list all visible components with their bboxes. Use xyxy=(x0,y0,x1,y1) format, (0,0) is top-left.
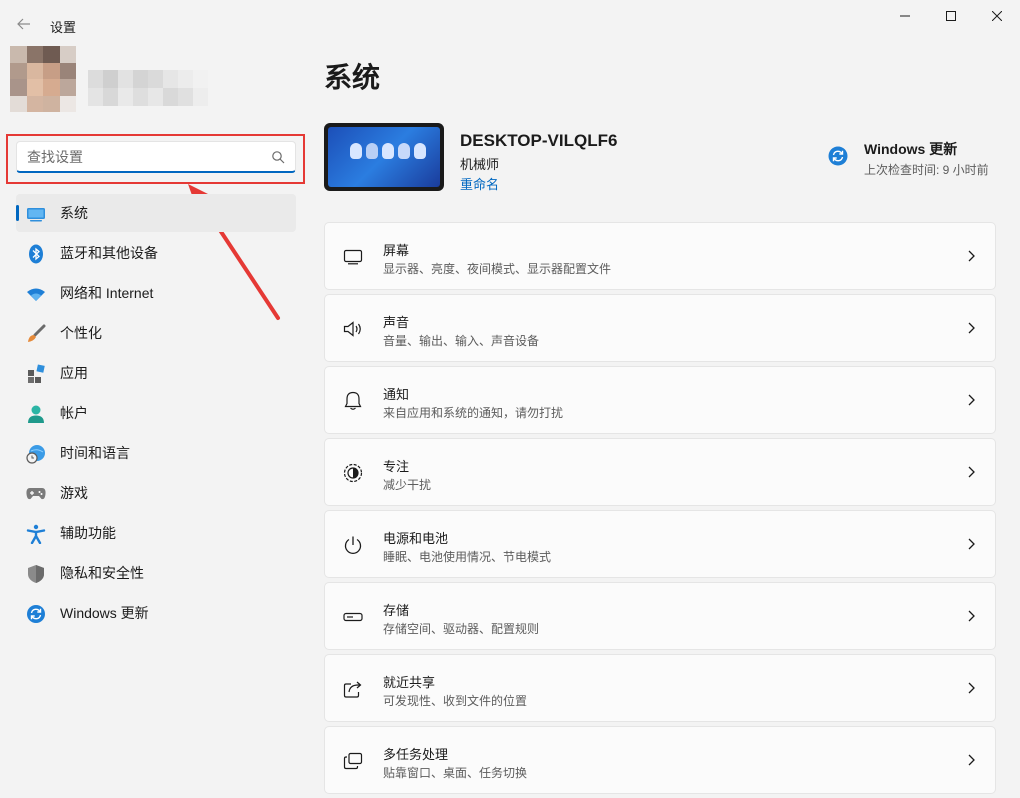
chevron-right-icon xyxy=(965,609,977,623)
close-button[interactable] xyxy=(974,0,1020,32)
maximize-icon xyxy=(946,11,956,21)
device-user: 机械师 xyxy=(460,157,500,172)
device-thumbnail xyxy=(324,123,444,191)
close-icon xyxy=(992,11,1002,21)
card-subtitle: 睡眠、电池使用情况、节电模式 xyxy=(383,550,552,564)
windows-update-title[interactable]: Windows 更新 xyxy=(864,139,957,159)
card-title: 通知 xyxy=(383,387,410,402)
multitask-icon xyxy=(343,751,363,771)
sidebar-item-label: 时间和语言 xyxy=(60,445,130,461)
search-box[interactable] xyxy=(16,141,296,173)
card-subtitle: 音量、输出、输入、声音设备 xyxy=(383,334,540,348)
sidebar-item-privacy[interactable]: 隐私和安全性 xyxy=(16,554,296,592)
setting-card-nearby-sharing[interactable]: 就近共享 可发现性、收到文件的位置 xyxy=(324,654,996,722)
setting-card-sound[interactable]: 声音 音量、输出、输入、声音设备 xyxy=(324,294,996,362)
profile-name-blurred xyxy=(88,70,208,106)
gamepad-icon xyxy=(26,484,46,504)
setting-card-multitasking[interactable]: 多任务处理 贴靠窗口、桌面、任务切换 xyxy=(324,726,996,794)
sidebar-item-bluetooth[interactable]: 蓝牙和其他设备 xyxy=(16,234,296,272)
minimize-button[interactable] xyxy=(882,0,928,32)
card-subtitle: 减少干扰 xyxy=(383,478,432,492)
chevron-right-icon xyxy=(965,249,977,263)
chevron-right-icon xyxy=(965,753,977,767)
sidebar-item-label: Windows 更新 xyxy=(60,605,149,621)
sidebar-item-label: 隐私和安全性 xyxy=(60,565,144,581)
setting-card-storage[interactable]: 存储 存储空间、驱动器、配置规则 xyxy=(324,582,996,650)
title-bar: 设置 xyxy=(0,0,1020,40)
setting-card-display[interactable]: 屏幕 显示器、亮度、夜间模式、显示器配置文件 xyxy=(324,222,996,290)
arrow-left-icon xyxy=(17,18,30,30)
chevron-right-icon xyxy=(965,393,977,407)
sidebar-item-network[interactable]: 网络和 Internet xyxy=(16,274,296,312)
settings-list: 屏幕 显示器、亮度、夜间模式、显示器配置文件 声音 音量、输出、输入、声音设备 … xyxy=(324,222,996,798)
card-title: 电源和电池 xyxy=(383,531,449,546)
card-title: 多任务处理 xyxy=(383,747,449,762)
sidebar-item-label: 系统 xyxy=(60,205,88,221)
wallpaper-preview xyxy=(328,127,440,187)
chevron-right-icon xyxy=(965,681,977,695)
sidebar-item-windows-update[interactable]: Windows 更新 xyxy=(16,594,296,632)
card-subtitle: 可发现性、收到文件的位置 xyxy=(383,694,528,708)
avatar[interactable] xyxy=(10,46,76,112)
chevron-right-icon xyxy=(965,465,977,479)
apps-icon xyxy=(26,364,46,384)
card-title: 屏幕 xyxy=(383,243,410,258)
device-name: DESKTOP-VILQLF6 xyxy=(460,131,618,150)
sidebar-nav: 系统 蓝牙和其他设备 网络和 Internet 个性化 应用 帐户 时间和语言 … xyxy=(16,194,296,634)
brush-icon xyxy=(26,324,46,344)
card-title: 存储 xyxy=(383,603,410,618)
sidebar-item-accessibility[interactable]: 辅助功能 xyxy=(16,514,296,552)
windows-update-icon[interactable] xyxy=(828,146,848,166)
sidebar-item-personalization[interactable]: 个性化 xyxy=(16,314,296,352)
globe-clock-icon xyxy=(26,444,46,464)
wifi-icon xyxy=(26,284,46,304)
minimize-icon xyxy=(900,15,910,17)
back-button[interactable] xyxy=(10,10,38,38)
card-subtitle: 来自应用和系统的通知，请勿打扰 xyxy=(383,406,564,420)
card-title: 专注 xyxy=(383,459,410,474)
sidebar-item-label: 辅助功能 xyxy=(60,525,116,541)
search-icon xyxy=(271,150,285,164)
accessibility-icon xyxy=(26,524,46,544)
card-subtitle: 存储空间、驱动器、配置规则 xyxy=(383,622,540,636)
monitor-icon xyxy=(343,247,363,267)
account-icon xyxy=(26,404,46,424)
sidebar-item-gaming[interactable]: 游戏 xyxy=(16,474,296,512)
chevron-right-icon xyxy=(965,321,977,335)
app-title: 设置 xyxy=(50,20,77,35)
speaker-icon xyxy=(343,319,363,339)
sidebar-item-time-language[interactable]: 时间和语言 xyxy=(16,434,296,472)
maximize-button[interactable] xyxy=(928,0,974,32)
setting-card-focus[interactable]: 专注 减少干扰 xyxy=(324,438,996,506)
storage-icon xyxy=(343,607,363,627)
bluetooth-icon xyxy=(26,244,46,264)
focus-icon xyxy=(343,463,363,483)
power-icon xyxy=(343,535,363,555)
chevron-right-icon xyxy=(965,537,977,551)
card-subtitle: 贴靠窗口、桌面、任务切换 xyxy=(383,766,528,780)
setting-card-power[interactable]: 电源和电池 睡眠、电池使用情况、节电模式 xyxy=(324,510,996,578)
rename-link[interactable]: 重命名 xyxy=(460,174,499,193)
search-input[interactable] xyxy=(17,142,267,172)
shield-icon xyxy=(26,564,46,584)
system-icon xyxy=(26,204,46,224)
sidebar-item-label: 帐户 xyxy=(60,405,88,421)
sidebar-item-label: 蓝牙和其他设备 xyxy=(60,245,158,261)
sidebar-item-label: 个性化 xyxy=(60,325,102,341)
card-title: 声音 xyxy=(383,315,410,330)
update-icon xyxy=(26,604,46,624)
windows-update-status: 上次检查时间: 9 小时前 xyxy=(864,163,989,177)
sidebar-item-label: 应用 xyxy=(60,365,88,381)
bell-icon xyxy=(343,391,363,411)
sidebar-item-system[interactable]: 系统 xyxy=(16,194,296,232)
card-title: 就近共享 xyxy=(383,675,436,690)
sidebar-item-label: 网络和 Internet xyxy=(60,285,154,301)
setting-card-notifications[interactable]: 通知 来自应用和系统的通知，请勿打扰 xyxy=(324,366,996,434)
share-icon xyxy=(343,679,363,699)
sidebar-item-accounts[interactable]: 帐户 xyxy=(16,394,296,432)
sidebar-item-label: 游戏 xyxy=(60,485,88,501)
sidebar-item-apps[interactable]: 应用 xyxy=(16,354,296,392)
page-title: 系统 xyxy=(324,62,381,93)
card-subtitle: 显示器、亮度、夜间模式、显示器配置文件 xyxy=(383,262,612,276)
